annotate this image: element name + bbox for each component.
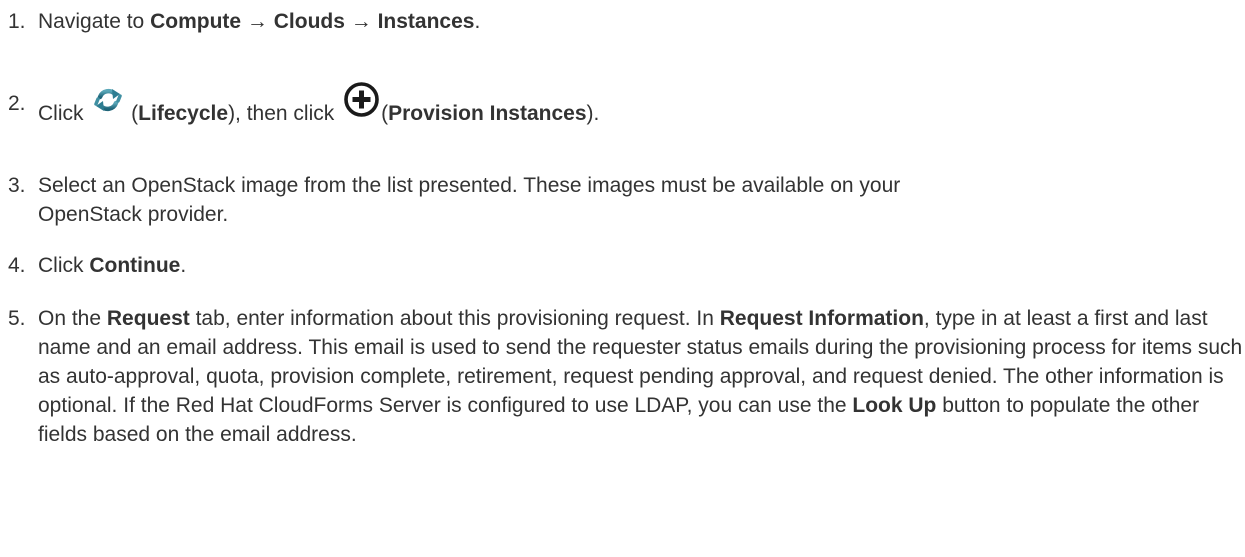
nav-instances: Instances	[377, 10, 475, 33]
step-text: Select an OpenStack image from the list …	[38, 171, 1245, 229]
step-text-prefix: On the	[38, 307, 107, 330]
nav-clouds: Clouds	[273, 10, 345, 33]
step-text-suffix: .	[180, 254, 187, 277]
request-tab-label: Request	[106, 307, 190, 330]
step-text: Click Continue.	[38, 251, 1245, 280]
step-line: OpenStack provider.	[38, 203, 229, 226]
continue-label: Continue	[89, 254, 181, 277]
procedure-document: 1. Navigate to Compute → Clouds → Instan…	[0, 0, 1245, 557]
step-text-suffix: ).	[586, 102, 600, 125]
look-up-label: Look Up	[852, 394, 937, 417]
step-text-suffix: .	[474, 10, 481, 33]
nav-arrow: →	[344, 10, 378, 33]
plus-circle-icon	[343, 81, 380, 118]
nav-arrow: →	[241, 10, 274, 33]
paren: (	[125, 102, 139, 125]
step-text: Click (Lifecycle), then click (Provision…	[38, 82, 1245, 128]
lifecycle-label: Lifecycle	[138, 102, 229, 125]
nav-compute: Compute	[150, 10, 242, 33]
step-number: 3.	[8, 174, 26, 197]
step-number: 5.	[8, 307, 26, 330]
step-line: Select an OpenStack image from the list …	[38, 174, 901, 197]
step-text-prefix: Navigate to	[38, 10, 151, 33]
step-text-middle: tab, enter information about this provis…	[189, 307, 720, 330]
request-information-label: Request Information	[719, 307, 924, 330]
provision-instances-label: Provision Instances	[388, 102, 587, 125]
recycle-arrows-icon	[93, 85, 123, 115]
step-text-middle: ), then click	[228, 102, 341, 125]
step-number: 1.	[8, 10, 26, 33]
step-text: On the Request tab, enter information ab…	[38, 304, 1245, 449]
step-text-prefix: Click	[38, 254, 90, 277]
step-text-prefix: Click	[38, 102, 90, 125]
step-number: 4.	[8, 254, 26, 277]
step-text: Navigate to Compute → Clouds → Instances…	[38, 7, 1245, 36]
step-number: 2.	[8, 92, 26, 115]
